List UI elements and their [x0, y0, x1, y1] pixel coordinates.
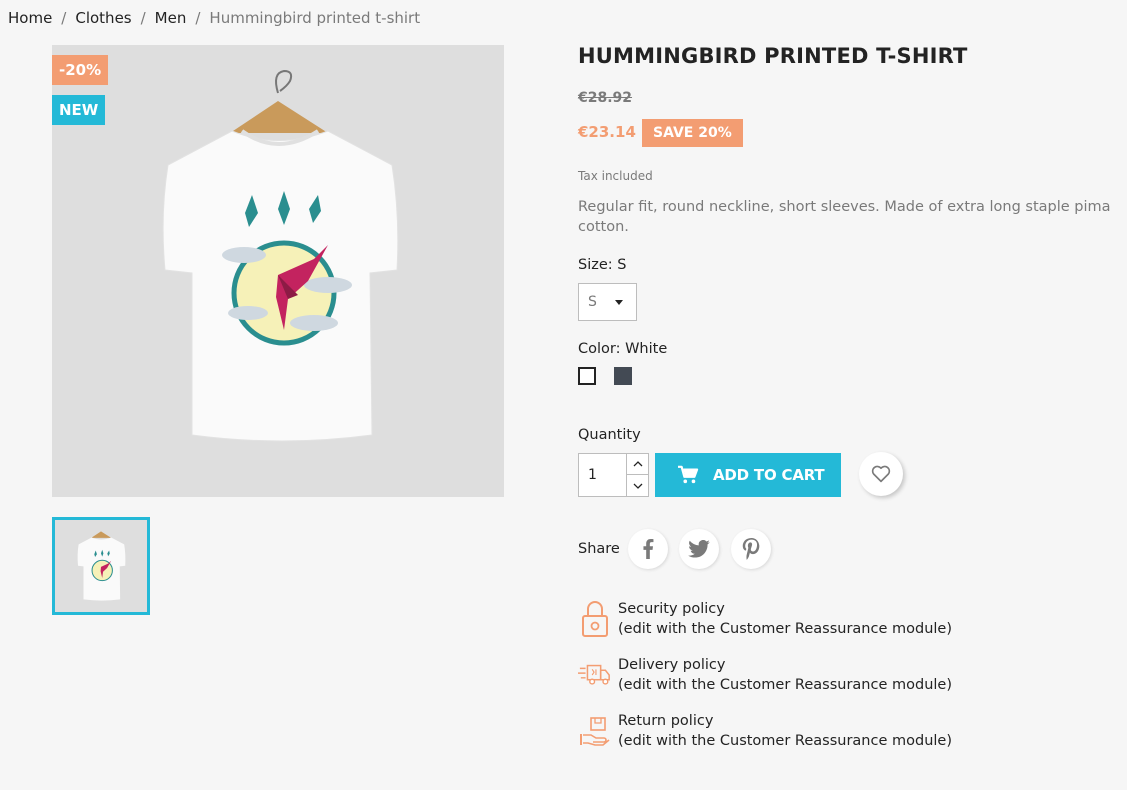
- reassurance-title: Return policy: [618, 713, 714, 729]
- reassurance-subtitle: (edit with the Customer Reassurance modu…: [618, 677, 952, 693]
- color-swatch-white[interactable]: [578, 367, 596, 385]
- breadcrumb-separator: /: [195, 9, 201, 27]
- reassurance-security: Security policy (edit with the Customer …: [578, 599, 952, 639]
- add-to-cart-button[interactable]: ADD TO CART: [655, 453, 841, 497]
- current-price: €23.14: [578, 123, 636, 141]
- reassurance-title: Delivery policy: [618, 657, 726, 673]
- quantity-label: Quantity: [578, 427, 641, 443]
- product-title: HUMMINGBIRD PRINTED T-SHIRT: [578, 44, 968, 68]
- color-swatch-grey[interactable]: [614, 367, 632, 385]
- size-label: Size: S: [578, 257, 627, 273]
- truck-icon: [578, 655, 612, 695]
- reassurance-return: Return policy (edit with the Customer Re…: [578, 711, 952, 751]
- breadcrumb-current: Hummingbird printed t-shirt: [209, 9, 421, 27]
- reassurance-subtitle: (edit with the Customer Reassurance modu…: [618, 621, 952, 637]
- return-box-icon: [578, 711, 612, 751]
- shopping-cart-icon: [677, 465, 699, 485]
- breadcrumb-separator: /: [61, 9, 67, 27]
- quantity-stepper: [578, 453, 649, 497]
- share-label: Share: [578, 541, 620, 557]
- breadcrumb-home[interactable]: Home: [8, 9, 52, 27]
- breadcrumb: Home / Clothes / Men / Hummingbird print…: [8, 9, 420, 27]
- breadcrumb-men[interactable]: Men: [155, 9, 187, 27]
- breadcrumb-separator: /: [140, 9, 146, 27]
- reassurance-title: Security policy: [618, 601, 725, 617]
- product-thumbnail[interactable]: [52, 517, 150, 615]
- share-twitter-button[interactable]: [679, 529, 719, 569]
- product-description: Regular fit, round neckline, short sleev…: [578, 199, 1111, 235]
- quantity-input[interactable]: [579, 454, 627, 496]
- quantity-increase-button[interactable]: [626, 454, 648, 475]
- facebook-icon: [643, 539, 654, 559]
- size-select[interactable]: S: [578, 283, 637, 321]
- quantity-decrease-button[interactable]: [626, 475, 648, 496]
- reassurance-subtitle: (edit with the Customer Reassurance modu…: [618, 733, 952, 749]
- wishlist-button[interactable]: [859, 452, 903, 496]
- regular-price: €28.92: [578, 90, 633, 106]
- add-to-cart-label: ADD TO CART: [713, 466, 825, 484]
- new-badge: NEW: [52, 95, 106, 125]
- reassurance-delivery: Delivery policy (edit with the Customer …: [578, 655, 952, 695]
- pinterest-icon: [742, 538, 760, 560]
- chevron-up-icon: [633, 461, 642, 467]
- twitter-icon: [688, 540, 710, 558]
- share-pinterest-button[interactable]: [731, 529, 771, 569]
- heart-icon: [871, 465, 891, 483]
- color-label: Color: White: [578, 341, 668, 357]
- chevron-down-icon: [633, 483, 642, 489]
- product-main-image[interactable]: [52, 45, 504, 497]
- caret-down-icon: [615, 300, 623, 305]
- lock-icon: [578, 599, 612, 639]
- tax-note: Tax included: [578, 169, 653, 183]
- tshirt-thumbnail-image: [55, 520, 147, 612]
- save-badge: SAVE 20%: [642, 119, 743, 147]
- breadcrumb-clothes[interactable]: Clothes: [75, 9, 131, 27]
- tshirt-image: [52, 45, 504, 497]
- share-facebook-button[interactable]: [628, 529, 668, 569]
- discount-badge: -20%: [52, 55, 109, 85]
- size-select-value: S: [588, 294, 597, 310]
